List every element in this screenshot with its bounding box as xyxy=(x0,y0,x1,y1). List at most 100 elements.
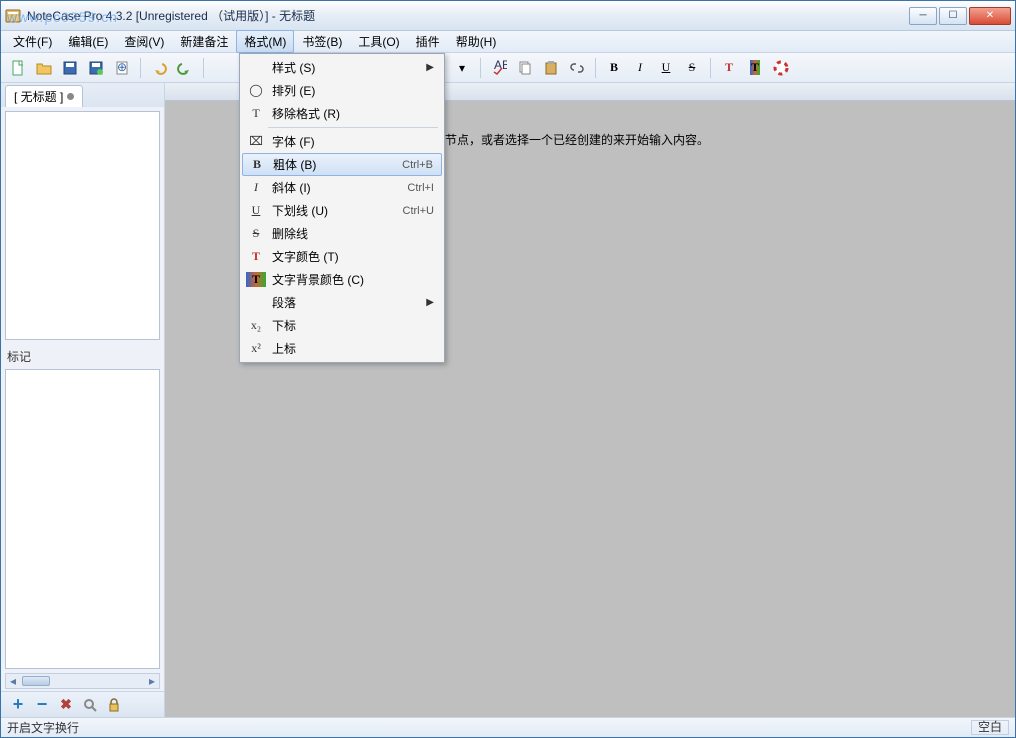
menu-工具(O)[interactable]: 工具(O) xyxy=(350,30,407,53)
menu-item-label: 字体 (F) xyxy=(266,133,434,150)
strike-button[interactable]: S xyxy=(681,57,703,79)
menu-item-label: 粗体 (B) xyxy=(267,156,402,173)
title-bar: NoteCase Pro 4.3.2 [Unregistered （试用版）] … xyxy=(1,1,1015,31)
left-pane: [ 无标题 ] 标记 ◂ ▸ + − ✖ xyxy=(1,83,165,717)
spellcheck-button[interactable]: AB xyxy=(488,57,510,79)
toolbar-separator xyxy=(480,58,481,78)
menu-separator xyxy=(268,127,438,128)
underline-button[interactable]: U xyxy=(655,57,677,79)
paste-button[interactable] xyxy=(540,57,562,79)
submenu-arrow-icon: ▶ xyxy=(426,62,434,73)
menu-item-icon: x² xyxy=(246,341,266,356)
text-bg-button[interactable]: T xyxy=(744,57,766,79)
tag-section-label: 标记 xyxy=(1,344,164,369)
menu-item-icon: T xyxy=(246,249,266,264)
menu-帮助(H)[interactable]: 帮助(H) xyxy=(448,30,505,53)
search-node-button[interactable] xyxy=(81,696,99,714)
menu-item-shortcut: Ctrl+U xyxy=(403,205,434,217)
menu-item-label: 移除格式 (R) xyxy=(266,105,434,122)
horizontal-scrollbar[interactable]: ◂ ▸ xyxy=(5,673,160,689)
lock-node-button[interactable] xyxy=(105,696,123,714)
menu-item-粗体 (B)[interactable]: B粗体 (B)Ctrl+B xyxy=(242,153,442,176)
close-button[interactable]: ✕ xyxy=(969,7,1011,25)
menu-格式(M)[interactable]: 格式(M) xyxy=(236,30,294,53)
status-bar: 开启文字换行 空白 xyxy=(1,717,1015,737)
menu-item-label: 斜体 (I) xyxy=(266,179,407,196)
remove-node-button[interactable]: − xyxy=(33,696,51,714)
menu-item-shortcut: Ctrl+I xyxy=(407,182,434,194)
toolbar: ⊕ ▾ AB B I U S T T xyxy=(1,53,1015,83)
menu-item-label: 删除线 xyxy=(266,225,434,242)
menu-item-删除线[interactable]: S删除线 xyxy=(242,222,442,245)
scroll-left-arrow[interactable]: ◂ xyxy=(6,674,20,688)
menu-item-label: 下标 xyxy=(266,317,434,334)
delete-node-button[interactable]: ✖ xyxy=(57,696,75,714)
menu-item-字体 (F)[interactable]: ⌧字体 (F) xyxy=(242,130,442,153)
insert-button[interactable]: ⊕ xyxy=(111,57,133,79)
menu-item-label: 上标 xyxy=(266,340,434,357)
redo-button[interactable] xyxy=(174,57,196,79)
tab-dot-icon xyxy=(67,93,74,100)
undo-button[interactable] xyxy=(148,57,170,79)
menu-item-icon: ⌧ xyxy=(246,134,266,149)
menu-item-label: 文字背景颜色 (C) xyxy=(266,271,434,288)
add-node-button[interactable]: + xyxy=(9,696,27,714)
menu-item-icon: T xyxy=(246,106,266,121)
tree-panel[interactable] xyxy=(5,111,160,340)
link-button[interactable] xyxy=(566,57,588,79)
menu-item-label: 下划线 (U) xyxy=(266,202,403,219)
italic-button[interactable]: I xyxy=(629,57,651,79)
help-button[interactable] xyxy=(770,57,792,79)
menu-插件[interactable]: 插件 xyxy=(408,30,448,53)
submenu-arrow-icon: ▶ xyxy=(426,297,434,308)
menu-item-段落[interactable]: 段落▶ xyxy=(242,291,442,314)
menu-文件(F)[interactable]: 文件(F) xyxy=(5,30,60,53)
goto-dropdown[interactable]: ▾ xyxy=(451,57,473,79)
minimize-button[interactable]: ─ xyxy=(909,7,937,25)
menu-编辑(E)[interactable]: 编辑(E) xyxy=(60,30,116,53)
menu-查阅(V)[interactable]: 查阅(V) xyxy=(116,30,172,53)
menu-item-样式 (S)[interactable]: 样式 (S)▶ xyxy=(242,56,442,79)
menu-item-shortcut: Ctrl+B xyxy=(402,159,433,171)
menu-item-icon: x₂ xyxy=(246,318,266,333)
save-button[interactable] xyxy=(59,57,81,79)
tree-actions-toolbar: + − ✖ xyxy=(1,691,164,717)
menu-item-移除格式 (R)[interactable]: T移除格式 (R) xyxy=(242,102,442,125)
menu-item-下划线 (U)[interactable]: U下划线 (U)Ctrl+U xyxy=(242,199,442,222)
menu-item-下标[interactable]: x₂下标 xyxy=(242,314,442,337)
status-right: 空白 xyxy=(971,720,1009,735)
toolbar-separator xyxy=(203,58,204,78)
menu-item-icon: U xyxy=(246,203,266,218)
bold-button[interactable]: B xyxy=(603,57,625,79)
copy-button[interactable] xyxy=(514,57,536,79)
menu-item-icon: ◯ xyxy=(246,83,266,98)
document-tab[interactable]: [ 无标题 ] xyxy=(5,85,83,107)
maximize-button[interactable]: ☐ xyxy=(939,7,967,25)
menu-item-label: 排列 (E) xyxy=(266,82,434,99)
text-color-button[interactable]: T xyxy=(718,57,740,79)
menu-书签(B)[interactable]: 书签(B) xyxy=(294,30,350,53)
save-as-button[interactable] xyxy=(85,57,107,79)
new-doc-button[interactable] xyxy=(7,57,29,79)
menu-新建备注[interactable]: 新建备注 xyxy=(172,30,236,53)
scroll-right-arrow[interactable]: ▸ xyxy=(145,674,159,688)
menu-item-icon: T xyxy=(246,272,266,287)
menu-item-排列 (E)[interactable]: ◯排列 (E) xyxy=(242,79,442,102)
tab-strip: [ 无标题 ] xyxy=(1,83,164,107)
toolbar-separator xyxy=(140,58,141,78)
menu-bar: 文件(F)编辑(E)查阅(V)新建备注格式(M)书签(B)工具(O)插件帮助(H… xyxy=(1,31,1015,53)
menu-item-斜体 (I)[interactable]: I斜体 (I)Ctrl+I xyxy=(242,176,442,199)
menu-item-label: 文字颜色 (T) xyxy=(266,248,434,265)
svg-text:⊕: ⊕ xyxy=(117,60,127,74)
scroll-thumb[interactable] xyxy=(22,676,50,686)
menu-item-文字背景颜色 (C)[interactable]: T文字背景颜色 (C) xyxy=(242,268,442,291)
menu-item-icon: B xyxy=(247,157,267,172)
menu-item-icon: I xyxy=(246,180,266,195)
menu-item-文字颜色 (T)[interactable]: T文字颜色 (T) xyxy=(242,245,442,268)
menu-item-上标[interactable]: x²上标 xyxy=(242,337,442,360)
format-menu-dropdown: 样式 (S)▶◯排列 (E)T移除格式 (R)⌧字体 (F)B粗体 (B)Ctr… xyxy=(239,53,445,363)
open-button[interactable] xyxy=(33,57,55,79)
tag-panel[interactable] xyxy=(5,369,160,669)
app-icon xyxy=(5,8,21,24)
menu-item-label: 段落 xyxy=(266,294,426,311)
